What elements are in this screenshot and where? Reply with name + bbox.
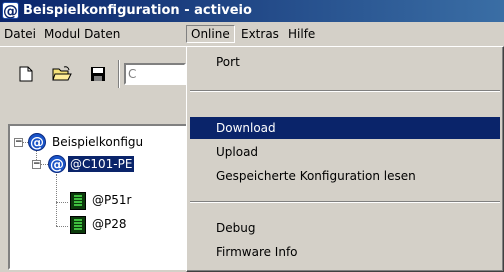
tree-collapse-toggle[interactable]: − [14,138,23,147]
tree-node-module[interactable]: @P51r [90,192,133,208]
toolbar-combo[interactable]: C [124,63,186,85]
tree-connector [56,174,57,226]
toolbar-divider [118,60,120,88]
menu-hilfe[interactable]: Hilfe [284,25,319,43]
menu-item-download[interactable]: Download [190,117,500,139]
menu-separator [190,90,500,92]
tree-connector [40,164,48,165]
app-icon[interactable]: @ [2,2,19,20]
module-icon [70,216,86,234]
menu-item-read-saved-config[interactable]: Gespeicherte Konfiguration lesen [190,165,500,187]
menu-item-debug[interactable]: Debug [190,217,500,239]
menu-online[interactable]: Online [186,25,235,43]
title-bar[interactable]: @ Beispielkonfiguration - activeio [0,0,504,22]
tree-node-root[interactable]: Beispielkonfigu [50,134,145,150]
menu-bar: Datei Modul Daten Online Extras Hilfe [0,22,504,46]
save-disk-icon [91,67,105,81]
tree-node-module[interactable]: @P28 [90,216,129,232]
menu-item-port[interactable]: Port [190,51,500,73]
open-folder-icon [52,66,72,81]
tree-connector [56,226,68,227]
menu-item-firmware-info[interactable]: Firmware Info [190,241,500,263]
tree-connector [56,202,68,203]
menu-modul-daten[interactable]: Modul Daten [40,25,124,43]
at-icon: @ [48,155,66,173]
new-document-button[interactable] [14,62,38,86]
menu-separator [190,201,500,203]
online-menu-dropdown: Port Download Upload Gespeicherte Konfig… [186,46,504,272]
tree-collapse-toggle[interactable]: − [32,160,41,169]
module-icon [70,192,86,210]
at-icon: @ [28,133,46,151]
menu-extras[interactable]: Extras [237,25,283,43]
window-title: Beispielkonfiguration - activeio [23,3,252,18]
save-button[interactable] [86,62,110,86]
menu-item-upload[interactable]: Upload [190,141,500,163]
open-folder-button[interactable] [50,62,74,86]
tree-node-controller[interactable]: @C101-PE [68,156,135,172]
new-document-icon [19,66,33,82]
menu-datei[interactable]: Datei [0,25,40,43]
